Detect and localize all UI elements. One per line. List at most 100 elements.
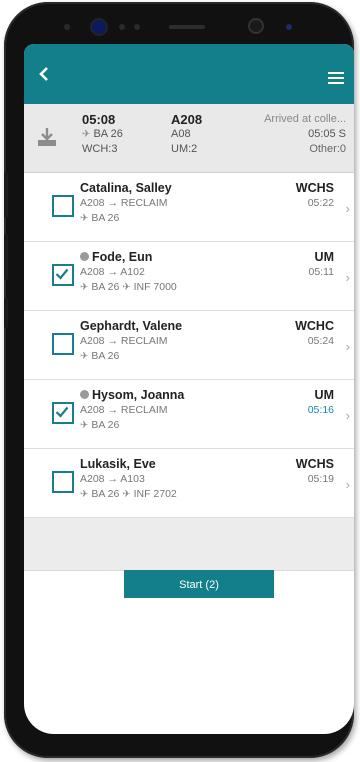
route-to: A103	[120, 473, 145, 485]
chevron-right-icon[interactable]: ›	[346, 201, 350, 216]
departure-plane-icon: ✈	[122, 489, 131, 500]
route-to: RECLAIM	[120, 335, 168, 347]
passenger-name: Gephardt, Valene	[80, 319, 182, 334]
status-dot-icon	[80, 252, 89, 261]
status-dot-icon	[80, 390, 89, 399]
route-from: A208	[80, 404, 105, 416]
passenger-row[interactable]: Hysom, Joanna A208 → RECLAIM ✈ BA 26 UM 05:1…	[24, 380, 354, 449]
passenger-name-text: Hysom, Joanna	[92, 388, 185, 402]
passenger-checkbox[interactable]	[52, 264, 74, 286]
app-header	[24, 44, 354, 104]
route-to: RECLAIM	[120, 404, 168, 416]
passenger-time: 05:16	[307, 404, 334, 416]
passenger-name-text: Gephardt, Valene	[80, 319, 183, 333]
arrow-right-icon: →	[107, 266, 118, 278]
passenger-time: 05:11	[308, 266, 335, 278]
flight-col-left: 05:08 ✈ BA 26 WCH:3	[82, 112, 123, 157]
chevron-right-icon[interactable]: ›	[346, 270, 350, 285]
route-from: A208	[80, 266, 105, 278]
volume-down-button	[4, 234, 8, 280]
service-code: WCHS	[295, 457, 334, 471]
phone-top-bezel	[4, 2, 354, 46]
flight-number: BA 26	[91, 281, 120, 293]
passenger-info: Fode, Eun A208 → A102 ✈ BA 26 ✈ INF 7000	[80, 250, 177, 295]
flight-summary[interactable]: 05:08 ✈ BA 26 WCH:3 A208 A08 UM:2 Arrive…	[24, 104, 354, 173]
service-code: UM	[314, 250, 334, 264]
infant-info: INF 7000	[133, 281, 177, 293]
menu-button[interactable]	[328, 72, 344, 84]
service-code: UM	[314, 388, 334, 402]
passenger-checkbox[interactable]	[52, 402, 74, 424]
other-count: Other:0	[309, 143, 346, 155]
passenger-row[interactable]: Catalina, Salley A208 → RECLAIM ✈ BA 26 WCH…	[24, 173, 354, 242]
passenger-info: Gephardt, Valene A208 → RECLAIM ✈ BA 26	[80, 319, 182, 364]
departure-plane-icon: ✈	[122, 282, 131, 293]
volume-up-button	[4, 172, 8, 218]
route-from: A208	[80, 335, 105, 347]
iris-scanner-icon	[250, 20, 262, 32]
checkmark-icon	[55, 406, 69, 418]
passenger-flight: ✈ BA 26	[80, 418, 184, 433]
back-button[interactable]	[38, 66, 56, 84]
hamburger-menu-icon	[328, 72, 344, 74]
front-camera-icon	[92, 20, 106, 34]
passenger-route: A208 → A103	[80, 472, 177, 487]
passenger-meta: WCHS 05:19	[296, 457, 334, 487]
arrival-plane-icon: ✈	[80, 489, 89, 500]
service-code: WCHC	[295, 319, 334, 333]
passenger-checkbox[interactable]	[52, 195, 74, 217]
passenger-flight: ✈ BA 26 ✈ INF 7000	[80, 280, 177, 295]
um-count: UM:2	[171, 143, 198, 155]
chevron-left-icon	[39, 67, 48, 81]
chevron-right-icon[interactable]: ›	[346, 408, 350, 423]
passenger-checkbox[interactable]	[52, 333, 74, 355]
route-to: A102	[120, 266, 145, 278]
earpiece-speaker	[169, 25, 205, 29]
flight-col-middle: A208 A08 UM:2	[171, 112, 202, 157]
arrow-right-icon: →	[107, 335, 118, 347]
list-footer-band	[24, 518, 354, 571]
arrival-plane-icon: ✈	[82, 129, 91, 140]
passenger-row[interactable]: Gephardt, Valene A208 → RECLAIM ✈ BA 26 WCH…	[24, 311, 354, 380]
passenger-checkbox[interactable]	[52, 471, 74, 493]
passenger-list: Catalina, Salley A208 → RECLAIM ✈ BA 26 WCH…	[24, 173, 354, 518]
passenger-route: A208 → RECLAIM	[80, 196, 172, 211]
passenger-route: A208 → RECLAIM	[80, 403, 184, 418]
passenger-time: 05:19	[307, 473, 334, 485]
passenger-name-text: Lukasik, Eve	[80, 457, 156, 471]
passenger-name: Lukasik, Eve	[80, 457, 177, 472]
route-to: RECLAIM	[120, 197, 168, 209]
sensor-icon	[64, 24, 70, 30]
flight-number: BA 26	[91, 419, 120, 431]
passenger-time: 05:24	[307, 335, 334, 347]
chevron-right-icon[interactable]: ›	[346, 477, 350, 492]
passenger-flight: ✈ BA 26	[80, 349, 182, 364]
flight-status: Arrived at colle...	[264, 113, 346, 125]
service-code: WCHS	[295, 181, 334, 195]
route-from: A208	[80, 197, 105, 209]
passenger-meta: WCHC 05:24	[295, 319, 334, 349]
passenger-row[interactable]: Lukasik, Eve A208 → A103 ✈ BA 26 ✈ INF 270…	[24, 449, 354, 518]
passenger-route: A208 → RECLAIM	[80, 334, 182, 349]
passenger-route: A208 → A102	[80, 265, 177, 280]
download-icon[interactable]	[36, 126, 58, 153]
passenger-row[interactable]: Fode, Eun A208 → A102 ✈ BA 26 ✈ INF 7000 UM…	[24, 242, 354, 311]
chevron-right-icon[interactable]: ›	[346, 339, 350, 354]
passenger-meta: UM 05:11	[309, 250, 335, 280]
arrow-right-icon: →	[107, 197, 118, 209]
passenger-info: Hysom, Joanna A208 → RECLAIM ✈ BA 26	[80, 388, 184, 433]
passenger-time: 05:22	[307, 197, 334, 209]
checkmark-icon	[55, 268, 69, 280]
passenger-name: Hysom, Joanna	[80, 388, 184, 403]
arrival-plane-icon: ✈	[80, 351, 89, 362]
flight-col-right: Arrived at colle... 05:05 S Other:0	[264, 112, 346, 157]
passenger-info: Catalina, Salley A208 → RECLAIM ✈ BA 26	[80, 181, 172, 226]
start-button[interactable]: Start (2)	[124, 570, 274, 598]
passenger-flight: ✈ BA 26	[80, 211, 172, 226]
wch-count: WCH:3	[82, 143, 118, 155]
sensor-icon	[134, 24, 140, 30]
route-from: A208	[80, 473, 105, 485]
passenger-info: Lukasik, Eve A208 → A103 ✈ BA 26 ✈ INF 270…	[80, 457, 177, 502]
sensor-icon	[286, 24, 292, 30]
sensor-icon	[119, 24, 125, 30]
